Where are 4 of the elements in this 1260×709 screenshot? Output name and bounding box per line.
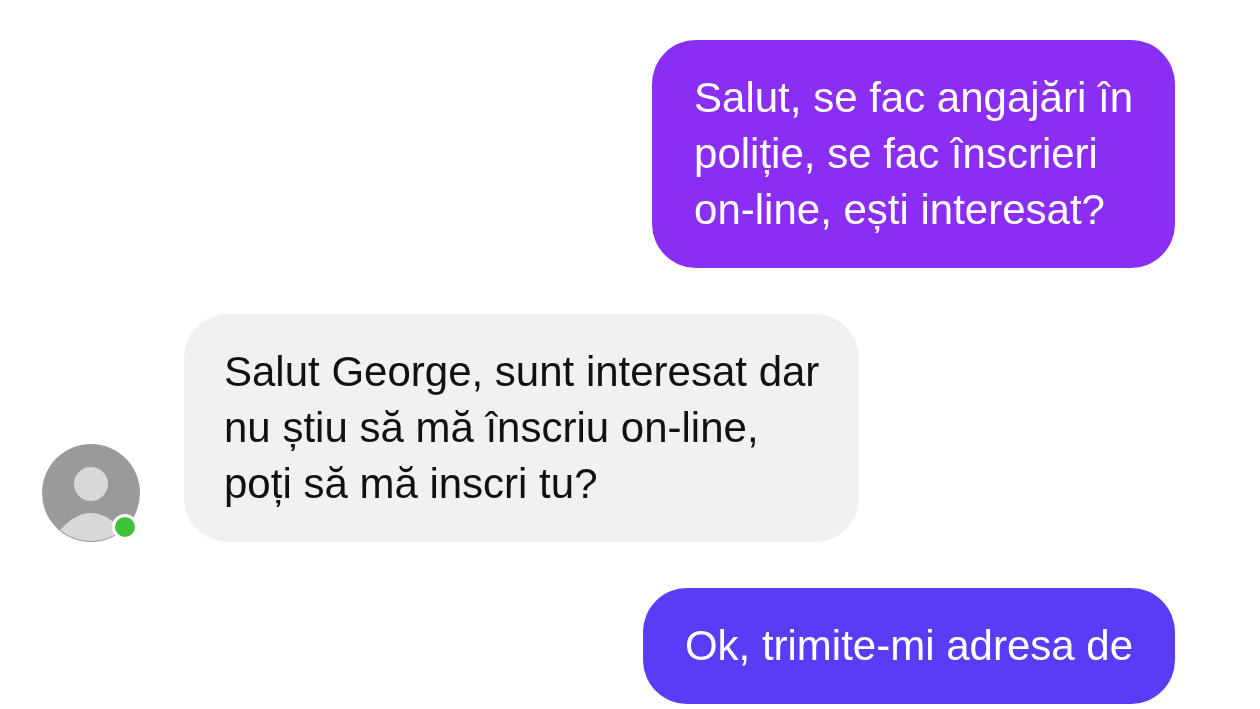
- message-bubble: Salut George, sunt interesat dar nu știu să mă înscriu on-line, poți să mă inscri tu?: [184, 314, 860, 542]
- avatar-icon: [42, 444, 140, 542]
- message-bubble: Ok, trimite-mi adresa de: [642, 588, 1175, 704]
- message-bubble: Salut, se fac angajări în poliție, se fac înscrieri on-line, ești interesat?: [652, 40, 1175, 268]
